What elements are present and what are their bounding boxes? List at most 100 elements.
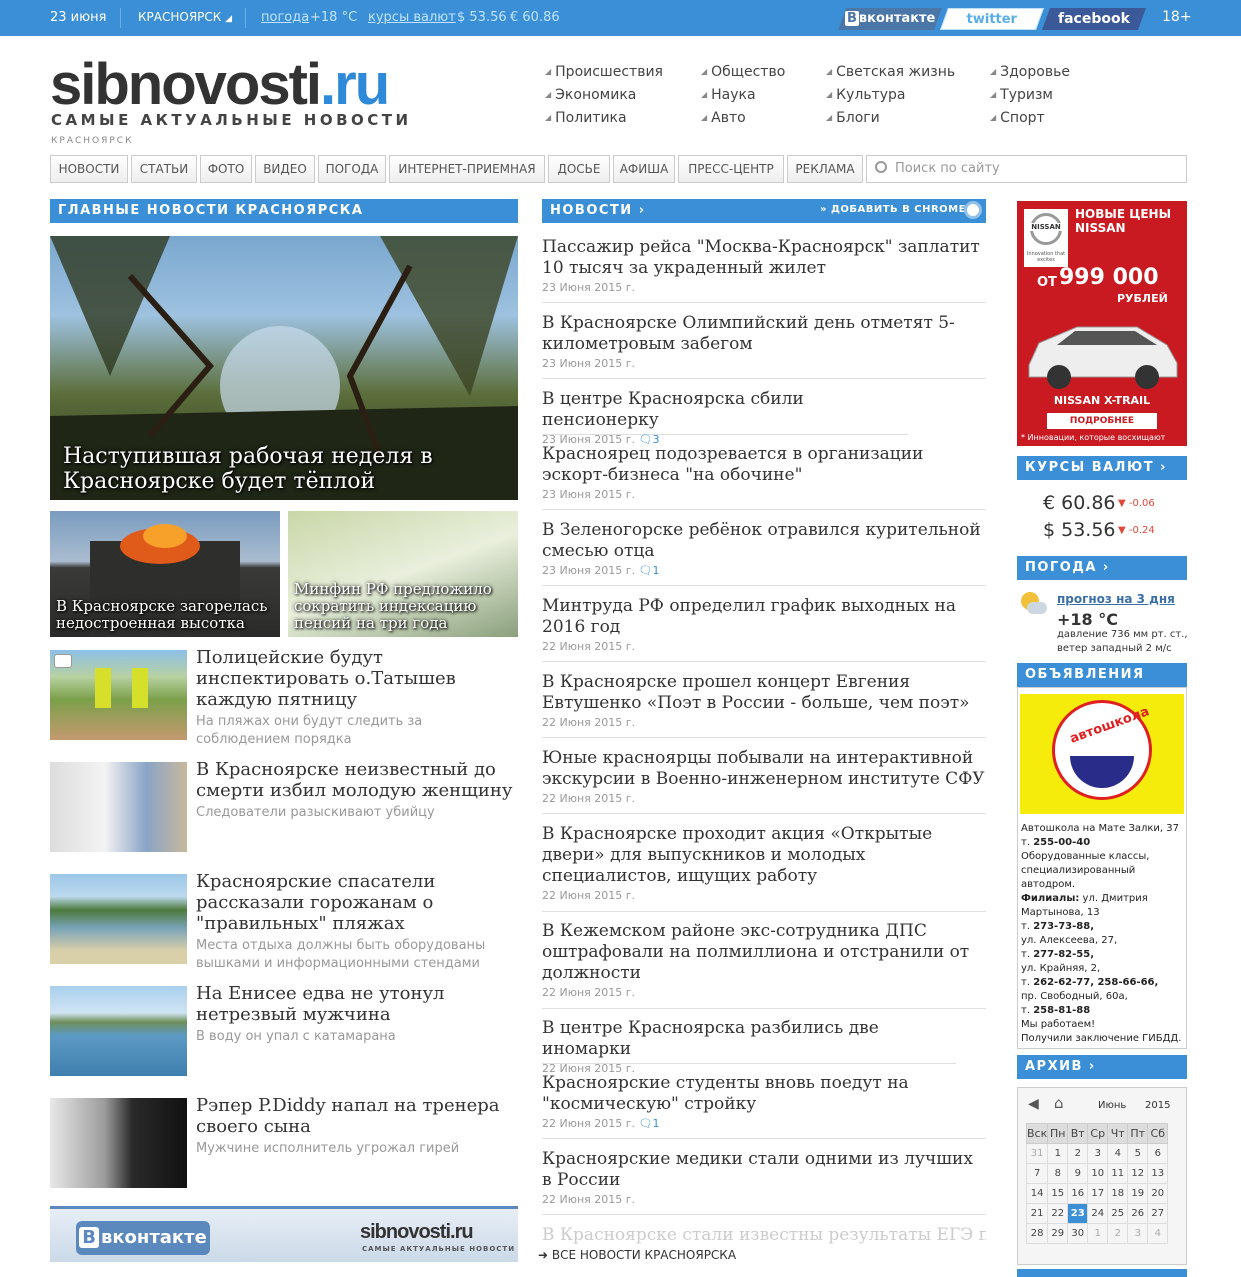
nissan-ad[interactable]: NISSAN Innovation that excites НОВЫЕ ЦЕН…	[1017, 201, 1187, 446]
ad-more-button[interactable]: ПОДРОБНЕЕ	[1047, 413, 1157, 429]
news-item[interactable]: В Красноярске Олимпийский день отметят 5…	[542, 313, 986, 379]
sub-news-fire[interactable]: В Красноярске загорелась недостроенная в…	[50, 511, 280, 637]
calendar-day[interactable]: 31	[1025, 1143, 1049, 1164]
category-politics[interactable]: Политика	[545, 110, 626, 126]
faded-news-item[interactable]: В Красноярске стали известны результаты …	[542, 1225, 986, 1245]
calendar-day[interactable]: 1	[1047, 1143, 1069, 1164]
calendar-day[interactable]: 20	[1147, 1183, 1169, 1204]
hero-title[interactable]: Наступившая рабочая неделя в Красноярске…	[63, 444, 503, 494]
news-thumb-beach[interactable]	[50, 874, 187, 964]
nav-video[interactable]: ВИДЕО	[255, 155, 315, 183]
vk-banner[interactable]: Bвконтакте sibnovosti.ru САМЫЕ АКТУАЛЬНЫ…	[50, 1206, 518, 1262]
category-blogs[interactable]: Блоги	[826, 110, 880, 126]
calendar-day[interactable]: 26	[1127, 1203, 1149, 1224]
calendar-day[interactable]: 22	[1047, 1203, 1069, 1224]
category-culture[interactable]: Культура	[826, 87, 905, 103]
calendar-day[interactable]: 4	[1107, 1143, 1129, 1164]
calendar-day[interactable]: 11	[1107, 1163, 1129, 1184]
calendar-day[interactable]: 30	[1067, 1223, 1089, 1244]
calendar-day[interactable]: 2	[1067, 1143, 1089, 1164]
news-item[interactable]: В Красноярске прошел концерт Евгения Евт…	[542, 672, 986, 738]
vk-button[interactable]: Bвконтакте	[837, 8, 943, 30]
news-item[interactable]: Минтруда РФ определил график выходных на…	[542, 596, 986, 662]
nav-reception[interactable]: ИНТЕРНЕТ-ПРИЕМНАЯ	[389, 155, 545, 183]
calendar-day[interactable]: 25	[1107, 1203, 1129, 1224]
news-thumb-woman[interactable]	[50, 762, 187, 852]
calendar-day[interactable]: 24	[1087, 1203, 1109, 1224]
calendar-day[interactable]: 7	[1025, 1163, 1049, 1184]
category-health[interactable]: Здоровье	[990, 64, 1070, 80]
news-title[interactable]: В Красноярске неизвестный до смерти изби…	[196, 759, 518, 801]
news-title[interactable]: Рэпер P.Diddy напал на тренера своего сы…	[196, 1095, 518, 1137]
facebook-button[interactable]: facebook	[1041, 8, 1147, 30]
nav-advertising[interactable]: РЕКЛАМА	[787, 155, 863, 183]
news-thumb-river[interactable]	[50, 986, 187, 1076]
calendar-day[interactable]: 19	[1127, 1183, 1149, 1204]
category-social-life[interactable]: Светская жизнь	[826, 64, 955, 80]
news-thumb-police[interactable]	[50, 650, 187, 740]
news-item[interactable]: Красноярские медики стали одними из лучш…	[542, 1149, 986, 1215]
twitter-button[interactable]: twitter	[939, 8, 1045, 30]
news-item[interactable]: Пассажир рейса "Москва-Красноярск" запла…	[542, 237, 986, 303]
weather-link[interactable]: погода	[261, 10, 309, 25]
calendar-day[interactable]: 13	[1147, 1163, 1169, 1184]
category-science[interactable]: Наука	[701, 87, 755, 103]
calendar-day[interactable]: 4	[1147, 1223, 1169, 1244]
calendar-day[interactable]: 8	[1047, 1163, 1069, 1184]
news-item[interactable]: В Красноярске проходит акция «Открытые д…	[542, 824, 986, 912]
news-title[interactable]: На Енисее едва не утонул нетрезвый мужчи…	[196, 983, 518, 1025]
calendar-day[interactable]: 16	[1067, 1183, 1089, 1204]
calendar-day[interactable]: 12	[1127, 1163, 1149, 1184]
news-thumb-diddy[interactable]	[50, 1098, 187, 1188]
news-item[interactable]: В Зеленогорске ребёнок отравился курител…	[542, 520, 986, 586]
category-economy[interactable]: Экономика	[545, 87, 636, 103]
nav-dossier[interactable]: ДОСЬЕ	[548, 155, 610, 183]
calendar-day[interactable]: 14	[1025, 1183, 1049, 1204]
calendar-day[interactable]: 18	[1107, 1183, 1129, 1204]
nav-photo[interactable]: ФОТО	[200, 155, 252, 183]
search-input[interactable]: Поиск по сайту	[866, 155, 1187, 183]
nav-press-center[interactable]: ПРЕСС-ЦЕНТР	[678, 155, 784, 183]
calendar-day[interactable]: 29	[1047, 1223, 1069, 1244]
category-auto[interactable]: Авто	[701, 110, 746, 126]
hero-news[interactable]: Наступившая рабочая неделя в Красноярске…	[50, 236, 518, 500]
calendar-day[interactable]: 23	[1067, 1203, 1089, 1224]
city-selector[interactable]: КРАСНОЯРСК ◢	[138, 10, 232, 24]
calendar-day[interactable]: 28	[1025, 1223, 1049, 1244]
calendar-day[interactable]: 2	[1107, 1223, 1129, 1244]
nav-news[interactable]: НОВОСТИ	[50, 155, 128, 183]
category-sport[interactable]: Спорт	[990, 110, 1045, 126]
sub-news-pension[interactable]: Минфин РФ предложило сократить индексаци…	[288, 511, 518, 637]
sub-news-pension-title[interactable]: Минфин РФ предложило сократить индексаци…	[294, 581, 516, 632]
news-title[interactable]: Полицейские будут инспектировать о.Татыш…	[196, 647, 518, 710]
calendar-day[interactable]: 1	[1087, 1223, 1109, 1244]
news-item[interactable]: Красноярец подозревается в организации э…	[542, 444, 986, 510]
home-icon[interactable]: ⌂	[1054, 1094, 1064, 1112]
vk-banner-button[interactable]: Bвконтакте	[76, 1221, 210, 1255]
category-society[interactable]: Общество	[701, 64, 785, 80]
nav-weather[interactable]: ПОГОДА	[318, 155, 386, 183]
news-item[interactable]: В Кежемском районе экс-сотрудника ДПС ош…	[542, 921, 986, 1009]
calendar-day[interactable]: 21	[1025, 1203, 1049, 1224]
all-news-link[interactable]: ➜ ВСЕ НОВОСТИ КРАСНОЯРСКА	[538, 1248, 736, 1262]
calendar-day[interactable]: 3	[1127, 1223, 1149, 1244]
site-logo[interactable]: sibnovosti.ru	[50, 56, 390, 114]
category-tourism[interactable]: Туризм	[990, 87, 1053, 103]
driving-school-ad[interactable]: автошкола Автошкола на Мате Залки, 37 т. …	[1017, 687, 1187, 1049]
calendar-day[interactable]: 5	[1127, 1143, 1149, 1164]
sub-news-fire-title[interactable]: В Красноярске загорелась недостроенная в…	[56, 598, 278, 632]
add-to-chrome-link[interactable]: » ДОБАВИТЬ В CHROME	[820, 204, 966, 215]
calendar-day[interactable]: 9	[1067, 1163, 1089, 1184]
calendar-day[interactable]: 15	[1047, 1183, 1069, 1204]
calendar-day[interactable]: 10	[1087, 1163, 1109, 1184]
calendar-day[interactable]: 17	[1087, 1183, 1109, 1204]
news-item[interactable]: В центре Красноярска сбили пенсионерку 23…	[542, 389, 908, 446]
calendar-day[interactable]: 6	[1147, 1143, 1169, 1164]
news-item[interactable]: Красноярские студенты вновь поедут на "к…	[542, 1073, 986, 1139]
calendar-day[interactable]: 3	[1087, 1143, 1109, 1164]
prev-month-icon[interactable]: ◀	[1028, 1096, 1039, 1112]
nav-articles[interactable]: СТАТЬИ	[131, 155, 197, 183]
news-title[interactable]: Красноярские спасатели рассказали горожа…	[196, 871, 518, 934]
news-item[interactable]: В центре Красноярска разбились две инома…	[542, 1018, 956, 1075]
nav-afisha[interactable]: АФИША	[613, 155, 675, 183]
